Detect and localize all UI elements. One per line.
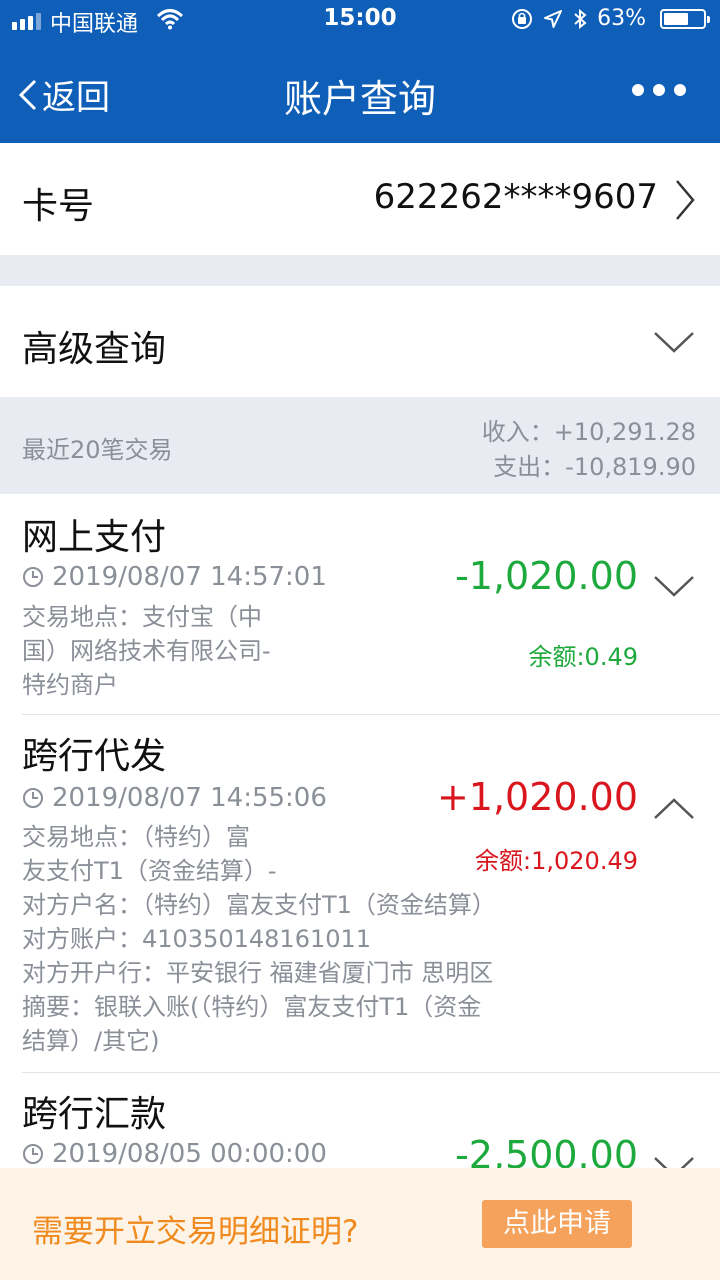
top-bar: 中国联通 15:00 63% 返回 账户查询	[0, 0, 720, 143]
card-selector-row[interactable]: 卡号 622262****9607	[0, 143, 720, 255]
advanced-query-row[interactable]: 高级查询	[0, 286, 720, 397]
transaction-time: 2019/08/07 14:57:01	[22, 562, 327, 592]
transaction-time-text: 2019/08/07 14:57:01	[52, 562, 327, 592]
transaction-time-text: 2019/08/07 14:55:06	[52, 783, 327, 813]
transaction-summary: 最近20笔交易 收入：+10,291.28 支出：-10,819.90	[0, 397, 720, 494]
more-dot-icon	[653, 84, 665, 96]
advanced-query-label: 高级查询	[22, 329, 167, 370]
banner-text: 需要开立交易明细证明?	[32, 1214, 359, 1250]
detail-line: 特约商户	[22, 671, 118, 699]
battery-percent: 63%	[597, 6, 646, 31]
transaction-item[interactable]: 跨行汇款 2019/08/05 00:00:00 -2,500.00	[0, 1073, 720, 1168]
detail-line: 国）网络技术有限公司-	[22, 637, 271, 665]
apply-button[interactable]: 点此申请	[482, 1200, 632, 1248]
status-right-group: 63%	[511, 6, 710, 31]
transaction-balance: 余额:1,020.49	[475, 847, 638, 875]
battery-icon	[660, 8, 710, 29]
detail-line: 对方开户行：平安银行 福建省厦门市 思明区	[22, 959, 494, 987]
transaction-title: 跨行汇款	[22, 1094, 167, 1135]
card-number: 622262****9607	[373, 177, 658, 217]
transaction-item[interactable]: 跨行代发 2019/08/07 14:55:06 +1,020.00 交易地点：…	[0, 715, 720, 1073]
chevron-down-icon[interactable]	[652, 1155, 696, 1168]
status-bar: 中国联通 15:00 63%	[0, 0, 720, 40]
detail-line: 结算）/其它)	[22, 1027, 160, 1055]
transaction-item[interactable]: 网上支付 2019/08/07 14:57:01 -1,020.00 交易地点：…	[0, 494, 720, 715]
chevron-up-icon[interactable]	[652, 797, 696, 821]
income-total: 收入：+10,291.28	[481, 418, 696, 446]
more-dot-icon	[674, 84, 686, 96]
transaction-title: 网上支付	[22, 517, 167, 558]
battery-fill	[664, 12, 688, 25]
transaction-amount: +1,020.00	[436, 775, 638, 819]
chevron-down-icon[interactable]	[652, 330, 696, 354]
location-arrow-icon	[544, 9, 563, 28]
more-menu-button[interactable]	[632, 84, 686, 96]
clock-icon	[23, 788, 43, 808]
statement-banner: 需要开立交易明细证明? 点此申请	[0, 1168, 720, 1280]
transaction-balance: 余额:0.49	[528, 643, 638, 671]
rotation-lock-icon	[512, 8, 533, 29]
section-separator	[0, 255, 720, 286]
transaction-time: 2019/08/05 00:00:00	[22, 1139, 327, 1168]
clock-icon	[23, 1144, 43, 1164]
card-label: 卡号	[22, 186, 95, 227]
back-label: 返回	[42, 78, 110, 118]
bluetooth-icon	[574, 8, 587, 29]
expense-total: 支出：-10,819.90	[493, 453, 696, 481]
transaction-details: 交易地点：支付宝（中 国）网络技术有限公司- 特约商户	[22, 600, 562, 702]
chevron-down-icon[interactable]	[652, 574, 696, 598]
detail-line: 对方账户：410350148161011	[22, 925, 372, 953]
clock-icon	[23, 567, 43, 587]
chevron-left-icon	[18, 79, 37, 110]
transaction-amount: -1,020.00	[455, 554, 638, 598]
more-dot-icon	[632, 84, 644, 96]
back-button[interactable]: 返回	[18, 70, 110, 119]
chevron-right-icon[interactable]	[674, 178, 696, 222]
transaction-time-text: 2019/08/05 00:00:00	[52, 1139, 327, 1168]
detail-line: 对方户名：（特约）富友支付T1（资金结算）	[22, 891, 496, 919]
transaction-amount: -2,500.00	[455, 1133, 638, 1168]
transaction-time: 2019/08/07 14:55:06	[22, 783, 327, 813]
detail-line: 交易地点：支付宝（中	[22, 603, 262, 631]
detail-line: 摘要：银联入账(（特约）富友支付T1（资金	[22, 993, 482, 1021]
recent-transactions-label: 最近20笔交易	[22, 436, 173, 464]
transaction-title: 跨行代发	[22, 736, 167, 777]
